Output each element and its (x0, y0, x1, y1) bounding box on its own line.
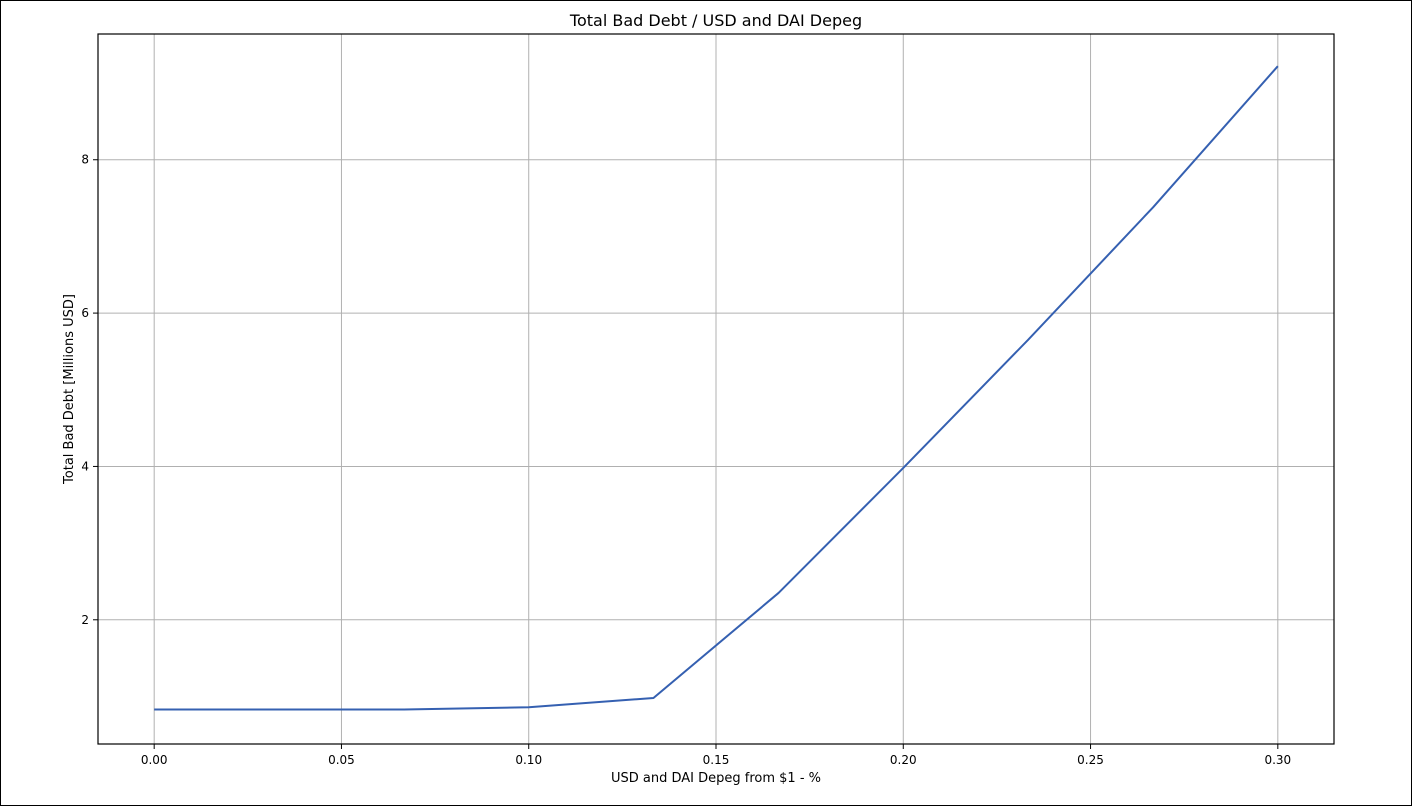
x-tick-label: 0.20 (890, 753, 917, 767)
line-chart: 0.00 0.05 0.10 0.15 0.20 0.25 0.30 2 4 6 8 Total … (62, 11, 1335, 786)
x-tick-label: 0.30 (1264, 753, 1291, 767)
y-tick-label: 8 (81, 153, 89, 167)
chart-title: Total Bad Debt / USD and DAI Depeg (569, 11, 862, 30)
x-tick-label: 0.10 (515, 753, 542, 767)
x-tick-label: 0.25 (1077, 753, 1104, 767)
x-tick-label: 0.15 (703, 753, 730, 767)
y-tick-label: 4 (81, 459, 89, 473)
y-axis: 2 4 6 8 (81, 153, 98, 627)
x-tick-label: 0.00 (141, 753, 168, 767)
x-axis-label: USD and DAI Depeg from $1 - % (611, 771, 821, 786)
x-tick-label: 0.05 (328, 753, 355, 767)
y-tick-label: 6 (81, 306, 89, 320)
x-axis: 0.00 0.05 0.10 0.15 0.20 0.25 0.30 (141, 744, 1291, 767)
y-axis-label: Total Bad Debt [Millions USD] (62, 294, 77, 485)
grid-lines (98, 34, 1334, 744)
y-tick-label: 2 (81, 613, 89, 627)
